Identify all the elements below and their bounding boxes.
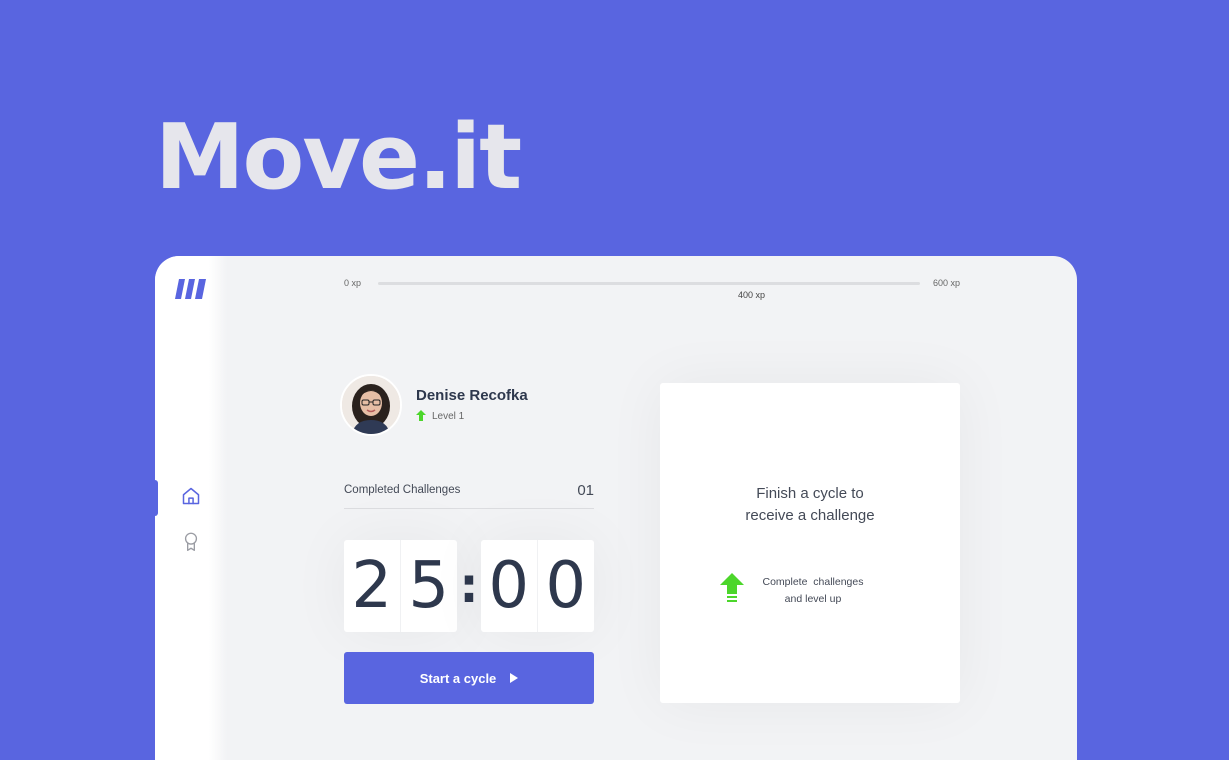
start-cycle-label: Start a cycle	[419, 670, 497, 686]
sidebar-item-award[interactable]	[155, 526, 227, 562]
xp-max-label: 600 xp	[932, 278, 960, 288]
countdown: 2 5 : 0 0	[344, 540, 594, 632]
challenge-box-title: Finish a cycle to receive a challenge	[660, 483, 960, 527]
completed-challenges: Completed Challenges 01	[344, 476, 594, 509]
profile-name: Denise Recofka	[416, 386, 528, 404]
countdown-digit: 0	[545, 549, 587, 623]
countdown-minutes: 2 5	[344, 540, 457, 632]
challenge-hint-line1: Complete challenges	[762, 575, 864, 588]
xp-track	[378, 282, 920, 285]
completed-challenges-label: Completed Challenges	[344, 484, 461, 496]
countdown-digit: 5	[408, 549, 450, 623]
profile-level: Level 1	[416, 409, 528, 424]
sidebar-item-home[interactable]	[155, 480, 227, 516]
challenge-box: Finish a cycle to receive a challenge Co…	[660, 383, 960, 703]
challenge-hint-line2: and level up	[784, 592, 842, 605]
start-cycle-button[interactable]: Start a cycle	[344, 652, 594, 704]
countdown-seconds: 0 0	[481, 540, 594, 632]
countdown-separator: :	[459, 558, 479, 614]
profile-level-label: Level 1	[432, 411, 465, 422]
xp-min-label: 0 xp	[344, 278, 362, 288]
play-icon	[510, 671, 519, 686]
challenge-title-line1: Finish a cycle to	[756, 485, 864, 502]
profile: Denise Recofka Level 1	[340, 374, 528, 436]
hero-title: Move.it	[155, 105, 522, 210]
level-up-arrow-icon	[720, 573, 744, 608]
experience-bar: 0 xp 600 xp 400 xp	[344, 274, 960, 308]
avatar	[340, 374, 402, 436]
countdown-digit: 0	[481, 540, 538, 632]
logo-icon	[175, 276, 207, 302]
award-icon	[181, 531, 201, 558]
home-icon	[181, 486, 201, 511]
xp-current-label: 400 xp	[738, 290, 766, 300]
challenge-title-line2: receive a challenge	[745, 507, 875, 524]
app-window: 0 xp 600 xp 400 xp Denise Recofka Level …	[155, 256, 1077, 760]
challenge-hint-text: Complete challenges and level up	[758, 574, 868, 608]
challenge-hint: Complete challenges and level up	[720, 573, 868, 608]
countdown-digit: 2	[344, 540, 401, 632]
sidebar	[155, 256, 227, 760]
completed-challenges-count: 01	[577, 481, 594, 499]
level-up-icon	[416, 409, 432, 424]
